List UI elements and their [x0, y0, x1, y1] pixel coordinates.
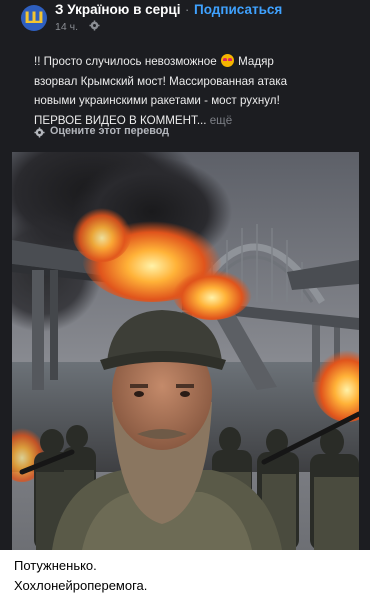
- gear-icon: [34, 127, 45, 138]
- emoji-star-eyes-icon: [220, 54, 234, 67]
- post-message: !! Просто случилось невозможное Мадяр вз…: [34, 52, 360, 130]
- message-line: новыми украинскими ракетами - мост рухну…: [34, 94, 280, 107]
- more-link[interactable]: ещё: [210, 114, 232, 127]
- channel-avatar-icon[interactable]: Ш: [21, 5, 47, 31]
- message-line: !! Просто случилось невозможное Мадяр: [34, 54, 274, 68]
- header-separator: ·: [185, 2, 190, 17]
- translate-label: Оцените этот перевод: [50, 125, 169, 137]
- post-card: Ш З Україною в серці · Подписаться 14 ч.…: [0, 0, 370, 550]
- message-line: взорвал Крымский мост! Массированная ата…: [34, 74, 288, 88]
- caption-line: Потужненько.: [14, 558, 97, 573]
- gear-icon: [89, 20, 100, 31]
- subscribe-button[interactable]: Подписаться: [194, 2, 282, 17]
- post-time: 14 ч.: [55, 21, 78, 33]
- trident-icon: Ш: [24, 8, 44, 27]
- caption-line: Хохлонейроперемога.: [14, 578, 148, 593]
- channel-name[interactable]: З Україною в серці: [55, 2, 180, 17]
- post-image[interactable]: [12, 152, 359, 550]
- post-header: Ш З Україною в серці · Подписаться 14 ч.: [0, 0, 370, 40]
- caption: Потужненько. Хохлонейроперемога.: [14, 556, 364, 596]
